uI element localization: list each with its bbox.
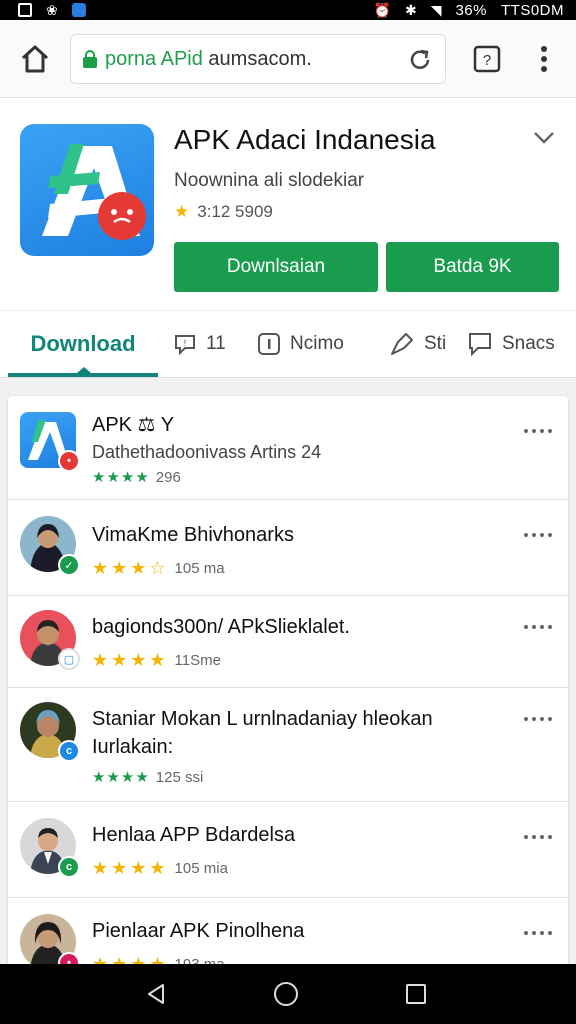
more-options-icon[interactable]	[524, 926, 552, 940]
app-subtitle: Noownina ali slodekiar	[174, 170, 365, 191]
tab-share[interactable]: Sti	[388, 311, 446, 377]
user-avatar: c	[20, 702, 80, 762]
svg-text:!: !	[184, 338, 187, 348]
app-notification-icon	[71, 3, 86, 17]
tab-download-label: Download	[30, 331, 136, 356]
user-avatar: ✓	[20, 516, 80, 576]
tab-info-label: Ncimo	[290, 333, 344, 354]
url-text[interactable]: porna APid aumsacom.	[105, 48, 312, 71]
tab-comments-label: 11	[206, 333, 226, 354]
tab-chat-label: Snacs	[502, 333, 555, 354]
svg-text:?: ?	[483, 52, 491, 69]
status-right: ⏰ ✱ ◥ 36% TTS0DM	[374, 2, 564, 19]
rating-stars: ★★★★	[92, 469, 150, 486]
app-rating: ★ 3:12 5909	[174, 202, 273, 222]
list-item[interactable]: ✓ VimaKme Bhivhonarks ★★★☆ 105 ma	[8, 500, 568, 596]
app-logo-icon	[20, 124, 154, 256]
item-meta: ★★★☆ 105 ma	[92, 558, 225, 579]
more-options-icon[interactable]	[524, 424, 552, 438]
home-nav-icon[interactable]	[274, 982, 298, 1006]
tab-indicator	[8, 373, 158, 377]
browser-toolbar: porna APid aumsacom. ?	[0, 20, 576, 98]
rating-count: 105 mia	[174, 860, 228, 877]
rating-count: 296	[155, 468, 181, 486]
app-avatar: •	[20, 412, 80, 472]
notification-square-icon	[18, 3, 32, 17]
item-meta: ★★★★ 296	[92, 468, 181, 487]
download-button[interactable]: Downlsaian	[174, 242, 378, 292]
app-list: • APK ⚖ Y Dathethadoonivass Artins 24 ★★…	[8, 396, 568, 976]
home-icon[interactable]	[18, 42, 52, 76]
status-badge: c	[58, 740, 80, 762]
list-item[interactable]: • APK ⚖ Y Dathethadoonivass Artins 24 ★★…	[8, 396, 568, 500]
info-icon	[258, 333, 280, 355]
list-item[interactable]: c Staniar Mokan L urnlnadaniay hleokan I…	[8, 688, 568, 802]
status-badge: ✓	[58, 554, 80, 576]
tab-info[interactable]: Ncimo	[256, 311, 344, 377]
rating-stars: ★★★★	[92, 858, 169, 878]
more-options-icon[interactable]	[524, 528, 552, 542]
rating-text: 3:12 5909	[197, 202, 273, 221]
rating-count: 105 ma	[174, 560, 225, 577]
lock-icon	[83, 50, 97, 68]
recents-icon[interactable]	[406, 984, 426, 1004]
more-options-icon[interactable]	[524, 620, 552, 634]
address-bar[interactable]: porna APid aumsacom.	[70, 34, 446, 84]
item-title: Henlaa APP Bdardelsa	[92, 824, 296, 846]
item-subtitle: Dathethadoonivass Artins 24	[92, 442, 322, 462]
item-meta: ★★★★ 11Sme	[92, 650, 221, 671]
item-meta: ★★★★ 125 ssi	[92, 768, 204, 787]
user-avatar: •	[20, 914, 80, 974]
list-item[interactable]: c Henlaa APP Bdardelsa ★★★★ 105 mia	[8, 802, 568, 898]
share-icon	[391, 333, 413, 355]
rating-count: 125 ssi	[155, 768, 204, 786]
tabs-icon[interactable]: ?	[472, 44, 502, 74]
item-title: Pienlaar APK Pinolhena	[92, 920, 305, 942]
butterfly-icon: ❀	[46, 2, 58, 18]
item-title: bagionds300n/ APkSlieklalet.	[92, 616, 350, 638]
more-options-icon[interactable]	[524, 830, 552, 844]
tab-chat[interactable]: Snacs	[466, 311, 555, 377]
user-avatar: c	[20, 818, 80, 878]
item-title-line2: Iurlakain:	[92, 736, 174, 758]
tab-indicator-notch	[77, 367, 91, 373]
item-title: APK ⚖ Y	[92, 414, 175, 436]
reload-icon[interactable]	[407, 47, 433, 73]
secondary-button[interactable]: Batda 9K	[386, 242, 559, 292]
rating-stars: ★★★★	[92, 769, 150, 786]
bluetooth-icon: ✱	[404, 2, 417, 18]
back-icon[interactable]	[144, 982, 168, 1006]
status-left: ❀	[18, 3, 86, 17]
system-nav-bar	[0, 964, 576, 1024]
clock-text: TTS0DM	[501, 1, 564, 19]
star-icon: ★	[174, 202, 190, 221]
rating-stars: ★★★★	[92, 650, 169, 670]
tab-bar: Download ! 11 Ncimo Sti Snacs	[0, 310, 576, 378]
wifi-icon: ◥	[430, 2, 442, 18]
url-domain: porna APid	[105, 47, 203, 70]
app-header: APK Adaci Indanesia Noownina ali slodeki…	[0, 98, 576, 310]
rating-stars: ★★★☆	[92, 558, 169, 578]
tab-comments[interactable]: ! 11	[172, 311, 226, 377]
status-badge: •	[58, 450, 80, 472]
chat-icon	[469, 333, 491, 357]
url-rest: aumsacom.	[202, 47, 312, 70]
status-badge: ▢	[58, 648, 80, 670]
status-badge: c	[58, 856, 80, 878]
item-meta: ★★★★ 105 mia	[92, 858, 228, 879]
battery-text: 36%	[455, 1, 487, 19]
app-title: APK Adaci Indanesia	[174, 124, 436, 155]
status-bar: ❀ ⏰ ✱ ◥ 36% TTS0DM	[0, 0, 576, 20]
tab-share-label: Sti	[424, 333, 447, 354]
comment-icon: !	[175, 335, 195, 356]
item-title: VimaKme Bhivhonarks	[92, 524, 294, 546]
rating-count: 11Sme	[174, 652, 221, 669]
more-options-icon[interactable]	[524, 712, 552, 726]
item-title: Staniar Mokan L urnlnadaniay hleokan	[92, 708, 433, 730]
list-item[interactable]: ▢ bagionds300n/ APkSlieklalet. ★★★★ 11Sm…	[8, 596, 568, 688]
alarm-icon: ⏰	[373, 2, 391, 18]
overflow-menu-icon[interactable]	[536, 44, 552, 74]
user-avatar: ▢	[20, 610, 80, 670]
chevron-down-icon[interactable]	[532, 130, 556, 146]
